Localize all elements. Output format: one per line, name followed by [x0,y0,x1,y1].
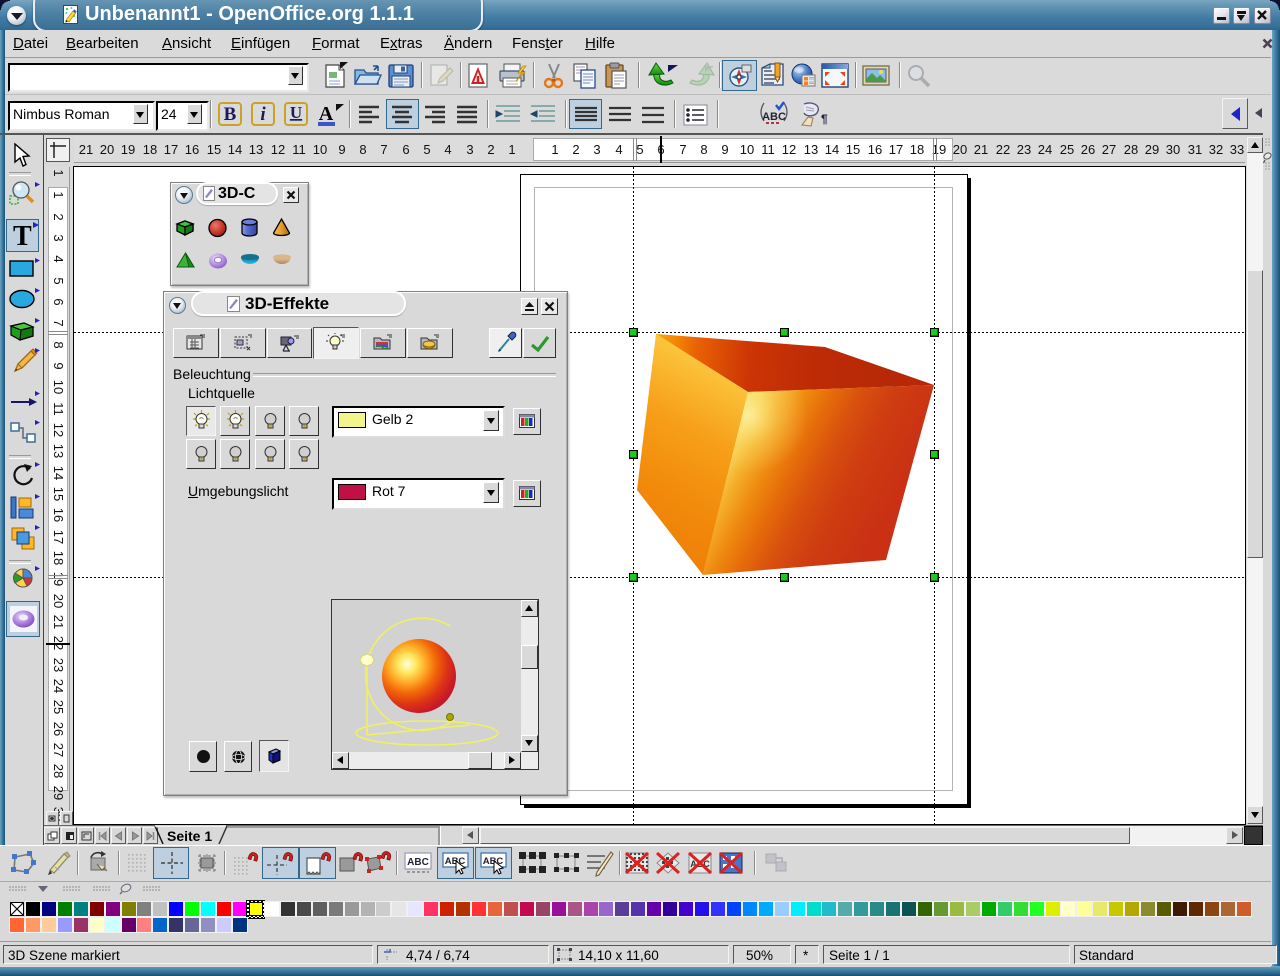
svg-text:U: U [290,103,302,122]
svg-text:i: i [260,104,266,125]
svg-text:B: B [224,104,237,125]
svg-text:¶: ¶ [821,112,828,126]
svg-text:A: A [319,103,334,125]
svg-text:ABC: ABC [407,857,429,868]
svg-text:ABC: ABC [762,111,786,123]
